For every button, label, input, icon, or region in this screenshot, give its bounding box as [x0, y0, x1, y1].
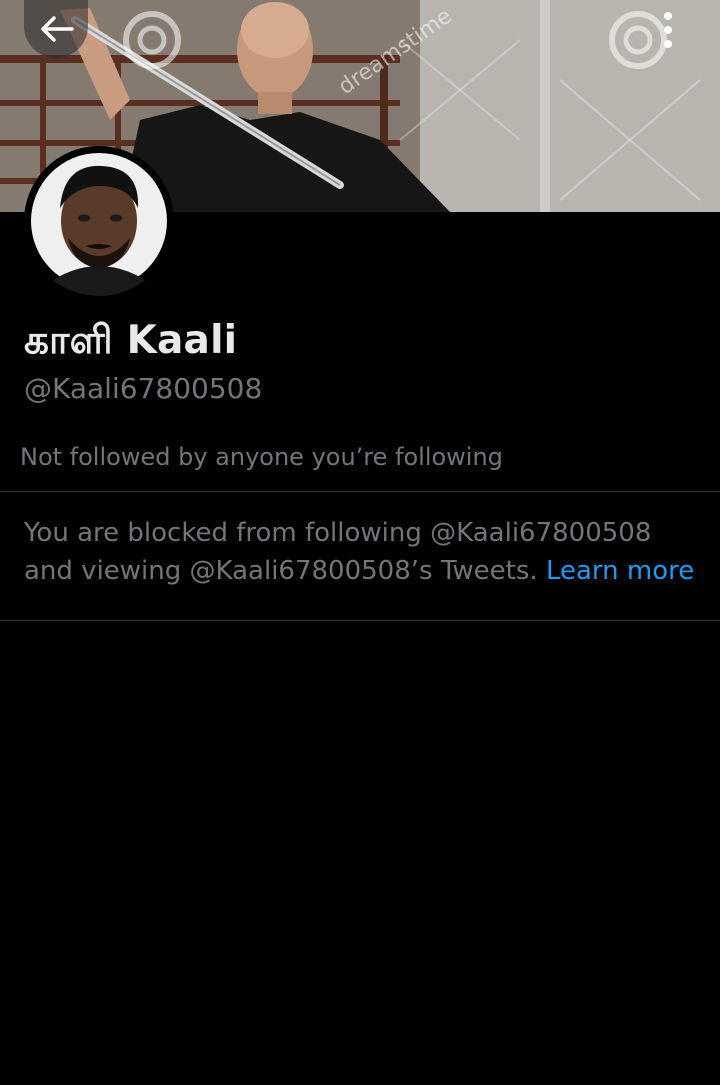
divider: [0, 620, 720, 621]
more-vertical-icon: [664, 12, 672, 48]
blocked-notice-line-2: and viewing @Kaali67800508’s Tweets.: [24, 556, 538, 586]
learn-more-link[interactable]: Learn more: [546, 556, 694, 586]
followed-by-note: Not followed by anyone you’re following: [20, 443, 503, 471]
blocked-notice: You are blocked from following @Kaali678…: [24, 514, 704, 590]
user-handle: @Kaali67800508: [24, 372, 263, 405]
arrow-left-icon: [41, 16, 74, 42]
profile-avatar[interactable]: [24, 146, 174, 296]
avatar-image: [24, 146, 174, 296]
blocked-notice-line-1: You are blocked from following @Kaali678…: [24, 518, 652, 548]
display-name: காளி Kaali: [24, 318, 238, 363]
more-options-button[interactable]: [644, 4, 692, 56]
divider: [0, 491, 720, 492]
